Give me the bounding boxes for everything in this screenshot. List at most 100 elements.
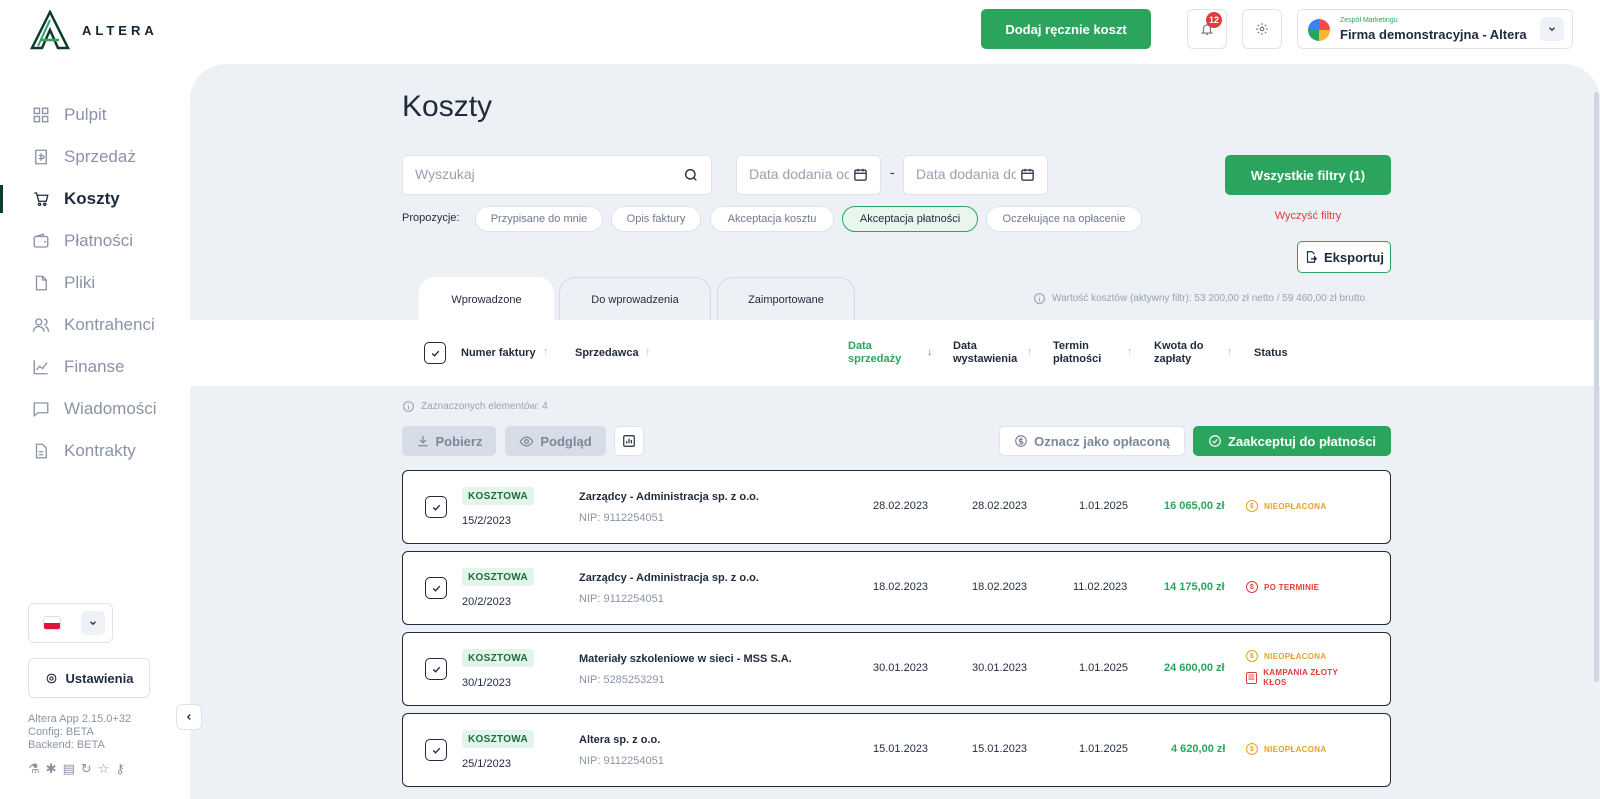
search-input[interactable] [415, 166, 665, 182]
select-all-checkbox[interactable] [424, 342, 446, 364]
download-button[interactable]: Pobierz [402, 426, 496, 456]
preview-button[interactable]: Podgląd [505, 426, 606, 456]
header-issue-date[interactable]: Data wystawienia [953, 340, 1017, 366]
sale-date: 28.02.2023 [873, 500, 929, 512]
date-from-field[interactable] [736, 155, 881, 195]
tab-zaimportowane[interactable]: Zaimportowane [717, 277, 855, 321]
table-row[interactable]: KOSZTOWA 25/1/2023 Altera sp. z o.o. NIP… [402, 713, 1391, 787]
sort-arrow-up-icon[interactable]: ↑ [543, 346, 549, 358]
sidebar-item-wiadomosci[interactable]: Wiadomości [0, 391, 190, 427]
calendar-icon[interactable] [853, 167, 868, 182]
calendar-icon[interactable] [1020, 167, 1035, 182]
cost-type-badge: KOSZTOWA [462, 568, 534, 586]
flask-icon[interactable]: ⚗ [28, 761, 40, 777]
users-icon [32, 318, 50, 332]
header-amount[interactable]: Kwota do zapłaty [1154, 340, 1204, 366]
sort-arrow-up-icon[interactable]: ↑ [1227, 346, 1233, 358]
language-selector[interactable] [28, 603, 113, 643]
info-icon [403, 401, 414, 412]
seller-nip: NIP: 9112254051 [579, 593, 664, 605]
version-info: Altera App 2.15.0+32 Config: BETA Backen… [28, 713, 131, 752]
chip-payment-acceptance[interactable]: Akceptacja płatności [842, 206, 978, 232]
search-field[interactable] [402, 155, 712, 195]
sidebar-item-label: Finanse [64, 357, 125, 376]
total-value-info: Wartość kosztów (aktywny filtr): 53 200,… [1033, 292, 1365, 305]
sort-arrow-up-icon[interactable]: ↑ [1027, 346, 1033, 358]
check-icon [431, 350, 439, 357]
sidebar-item-finanse[interactable]: Finanse [0, 349, 190, 385]
row-checkbox[interactable] [425, 496, 447, 518]
chip-awaiting-payment[interactable]: Oczekujące na opłacenie [986, 206, 1142, 232]
star-icon[interactable]: ☆ [98, 761, 110, 777]
notifications-button[interactable]: 12 [1187, 9, 1227, 49]
cost-type-badge: KOSZTOWA [462, 487, 534, 505]
key-icon[interactable]: ⚷ [115, 761, 125, 777]
sale-date: 15.01.2023 [873, 743, 929, 755]
accept-for-payment-button[interactable]: Zaakceptuj do płatności [1193, 426, 1391, 456]
chevron-down-icon[interactable] [81, 611, 105, 635]
sidebar-item-koszty[interactable]: Koszty [0, 181, 190, 217]
tab-wprowadzone[interactable]: Wprowadzone [419, 277, 554, 321]
dashboard-icon [33, 107, 49, 123]
add-cost-manually-button[interactable]: Dodaj ręcznie koszt [981, 9, 1151, 49]
table-row[interactable]: KOSZTOWA 30/1/2023 Materiały szkoleniowe… [402, 632, 1391, 706]
sidebar-item-pulpit[interactable]: Pulpit [0, 97, 190, 133]
search-icon[interactable] [683, 167, 699, 183]
due-date: 1.01.2025 [1079, 662, 1128, 674]
sidebar-item-sprzedaz[interactable]: Sprzedaż [0, 139, 190, 175]
campaign-badge: ▥ KAMPANIA ZŁOTY KŁOS [1246, 668, 1356, 688]
settings-gear-button[interactable] [1242, 9, 1282, 49]
header-sale-date-line2: sprzedaży [848, 353, 902, 365]
date-to-field[interactable] [903, 155, 1048, 195]
status-badge: $ NIEOPŁACONA [1246, 500, 1326, 512]
sale-date: 30.01.2023 [873, 662, 929, 674]
contract-icon [35, 443, 47, 459]
dollar-circle-icon [1015, 435, 1027, 447]
header-seller[interactable]: Sprzedawca [575, 347, 639, 360]
issue-date: 18.02.2023 [972, 581, 1028, 593]
bar-chart-icon [623, 435, 635, 447]
sidebar-item-kontrakty[interactable]: Kontrakty [0, 433, 190, 469]
collapse-sidebar-button[interactable] [176, 704, 202, 730]
company-switcher[interactable]: Zespół Marketingu Firma demonstracyjna -… [1297, 9, 1573, 49]
chip-invoice-description[interactable]: Opis faktury [611, 206, 701, 232]
export-button[interactable]: Eksportuj [1297, 241, 1391, 273]
row-checkbox[interactable] [425, 739, 447, 761]
file-icon [35, 275, 47, 291]
settings-button[interactable]: Ustawienia [28, 658, 150, 698]
header-due-date[interactable]: Termin płatności [1053, 340, 1101, 366]
bug-icon[interactable]: ✱ [46, 761, 57, 777]
date-to-input[interactable] [916, 166, 1016, 182]
mark-as-paid-button[interactable]: Oznacz jako opłaconą [999, 426, 1185, 456]
tab-do-wprowadzenia[interactable]: Do wprowadzenia [559, 277, 711, 321]
refresh-icon[interactable]: ↻ [81, 761, 92, 777]
version-line: Altera App 2.15.0+32 [28, 713, 132, 725]
sort-arrow-up-icon[interactable]: ↑ [1127, 346, 1133, 358]
table-row[interactable]: KOSZTOWA 20/2/2023 Zarządcy - Administra… [402, 551, 1391, 625]
app-logo[interactable]: ALTERA [28, 10, 158, 50]
document-icon[interactable]: ▤ [63, 761, 75, 777]
clear-filters-link[interactable]: Wyczyść filtry [1225, 210, 1391, 222]
gear-icon [46, 673, 56, 683]
page-scrollbar[interactable] [1594, 92, 1599, 682]
row-checkbox[interactable] [425, 658, 447, 680]
header-invoice-number[interactable]: Numer faktury [461, 347, 536, 360]
stats-button[interactable] [614, 426, 644, 456]
chip-cost-acceptance[interactable]: Akceptacja kosztu [710, 206, 834, 232]
amount-to-pay: 14 175,00 zł [1164, 581, 1225, 593]
sort-arrow-down-icon[interactable]: ↓ [927, 346, 933, 358]
all-filters-button[interactable]: Wszystkie filtry (1) [1225, 155, 1391, 195]
sidebar-item-platnosci[interactable]: Płatności [0, 223, 190, 259]
chip-assigned-to-me[interactable]: Przypisane do mnie [475, 206, 603, 232]
row-checkbox[interactable] [425, 577, 447, 599]
date-from-input[interactable] [749, 166, 849, 182]
due-date: 1.01.2025 [1079, 743, 1128, 755]
sidebar-item-kontrahenci[interactable]: Kontrahenci [0, 307, 190, 343]
header-sale-date[interactable]: Data sprzedaży [848, 340, 901, 366]
altera-logo-icon [29, 10, 71, 50]
sort-arrow-up-icon[interactable]: ↑ [645, 346, 651, 358]
dev-tools: ⚗ ✱ ▤ ↻ ☆ ⚷ [28, 761, 125, 777]
chevron-down-icon[interactable] [1540, 17, 1564, 41]
table-row[interactable]: KOSZTOWA 15/2/2023 Zarządcy - Administra… [402, 470, 1391, 544]
sidebar-item-pliki[interactable]: Pliki [0, 265, 190, 301]
